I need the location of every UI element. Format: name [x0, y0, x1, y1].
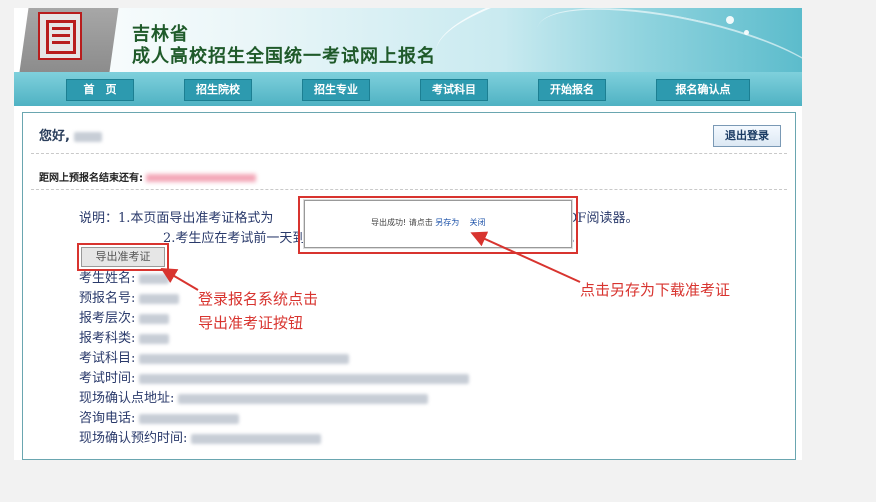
- page: 吉林省 成人高校招生全国统一考试网上报名 首 页 招生院校 招生专业 考试科目 …: [14, 8, 802, 460]
- arrow-to-save-as: [470, 231, 581, 283]
- annotation-arrows: [160, 231, 581, 291]
- arrow-to-export-button: [160, 267, 199, 291]
